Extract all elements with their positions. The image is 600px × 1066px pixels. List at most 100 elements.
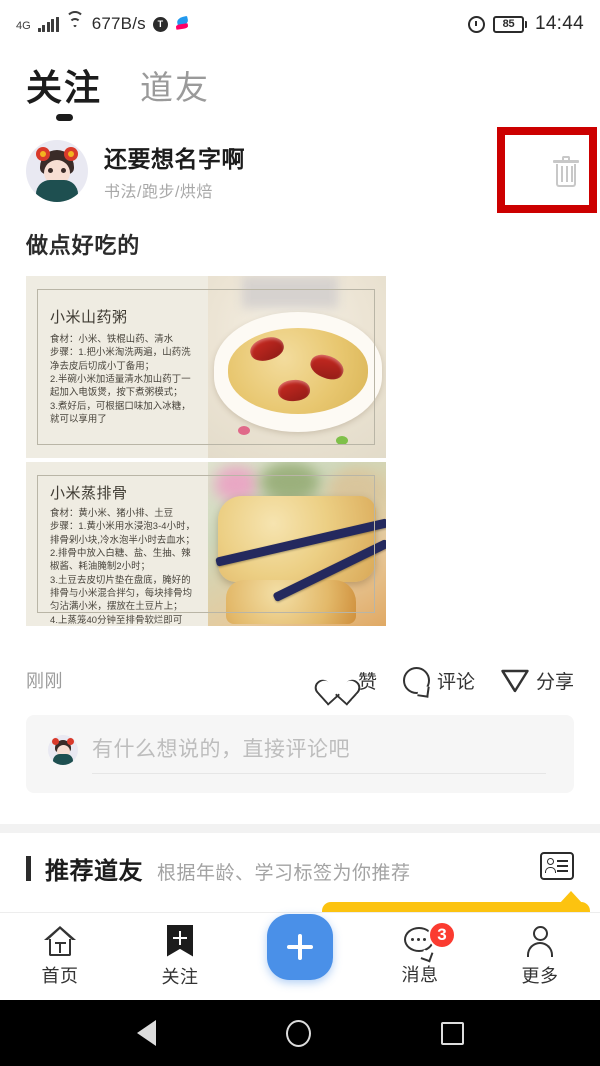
contact-card-body	[545, 867, 556, 873]
comment-button[interactable]: 评论	[402, 666, 475, 694]
author-text: 还要想名字啊 书法/跑步/烘焙	[104, 140, 245, 202]
trash-icon[interactable]	[553, 156, 579, 188]
battery-icon: 85	[492, 15, 527, 33]
alarm-icon	[467, 15, 485, 33]
battery-level-label: 85	[492, 15, 524, 33]
annotation-highlight-box	[497, 127, 597, 213]
plus-icon-vertical	[298, 934, 302, 960]
message-badge: 3	[428, 920, 456, 949]
home-icon	[44, 925, 76, 956]
recipe-line: 净去皮后切成小丁备用；	[50, 359, 155, 371]
battery-tip	[524, 20, 527, 28]
home-t-stem	[59, 941, 62, 953]
comment-avatar	[48, 735, 78, 765]
recipe-line: 2.半碗小米加适量清水加山药丁一	[50, 373, 191, 385]
recipe-body-1: 食材：小米、铁棍山药、清水 步骤：1.把小米淘洗两遍，山药洗 净去皮后切成小丁备…	[50, 332, 240, 425]
recommend-header: 推荐道友 根据年龄、学习标签为你推荐	[26, 851, 411, 886]
nav-home-label: 首页	[41, 965, 79, 986]
avatar[interactable]	[26, 140, 88, 202]
recipe-line: 4.上蒸笼40分钟至排骨软烂即可	[50, 613, 183, 625]
avatar-bun-right	[64, 147, 78, 161]
post-action-buttons: 赞 评论 分享	[324, 666, 574, 694]
recipe-line: 步骤：1.把小米淘洗两遍，山药洗	[50, 346, 191, 358]
tab-follow-label: 关注	[26, 67, 103, 108]
post-action-bar: 刚刚 赞 评论 分享	[0, 660, 600, 700]
trash-can	[556, 164, 576, 187]
avatar-eye-left	[48, 168, 53, 173]
user-body	[527, 941, 553, 957]
recipe-title-1: 小米山药粥	[50, 309, 128, 326]
recipe-line: 2.排骨中放入白糖、盐、生抽、辣	[50, 547, 191, 559]
recipe-line: 步骤：1.黄小米用水浸泡3-4小时，	[50, 520, 196, 532]
nav-message-label: 消息	[401, 964, 439, 985]
nav-more-label: 更多	[521, 965, 559, 986]
avatar-body	[36, 180, 78, 202]
trash-lid	[553, 160, 579, 163]
section-accent-bar	[26, 856, 31, 881]
clock-label: 14:44	[534, 13, 584, 34]
create-post-fab[interactable]	[267, 914, 333, 980]
author-tags: 书法/跑步/烘焙	[104, 184, 213, 201]
contact-card-line-2	[557, 865, 568, 867]
bookmark-plus-icon	[167, 924, 193, 957]
recents-icon[interactable]	[440, 1021, 464, 1045]
post-text: 做点好吃的	[26, 233, 141, 258]
top-tab-bar: 关注 道友	[0, 52, 600, 121]
nav-item-more[interactable]: 更多	[480, 925, 600, 988]
comment-input-placeholder[interactable]: 有什么想说的，直接评论吧	[92, 733, 546, 763]
contact-card-head	[547, 858, 554, 865]
recommend-title: 推荐道友	[45, 858, 143, 885]
recipe-title-2: 小米蒸排骨	[50, 485, 128, 502]
nav-item-follow[interactable]: 关注	[120, 924, 240, 989]
post-author-row[interactable]: 还要想名字啊 书法/跑步/烘焙	[26, 140, 245, 202]
android-navigation-bar	[0, 1000, 600, 1066]
recipe-card-2[interactable]: 小米蒸排骨 食材：黄小米、猪小排、土豆 步骤：1.黄小米用水浸泡3-4小时， 排…	[26, 462, 386, 626]
tab-active-indicator	[56, 114, 73, 121]
recipe-line: 匀沾满小米，摆放在土豆片上；	[50, 600, 183, 612]
bookmark-plus-v	[178, 931, 182, 945]
tab-follow[interactable]: 关注	[26, 59, 103, 121]
phone-screen: 4G 677B/s T 85 14:44 关注 道友 还要想名字啊 书法/跑步/…	[0, 0, 600, 1066]
home-icon[interactable]	[285, 1019, 311, 1047]
recommend-subtitle: 根据年龄、学习标签为你推荐	[157, 863, 411, 884]
contact-card-line-3	[557, 870, 568, 872]
recipe-line: 椒酱、耗油腌制2小时；	[50, 560, 151, 572]
recipe-line: 排骨与小米混合拌匀，每块排骨均	[50, 587, 193, 599]
section-divider	[0, 824, 600, 833]
comment-icon	[402, 666, 430, 694]
avatar-bun-left	[36, 147, 50, 161]
wifi-icon	[65, 10, 85, 32]
nav-item-message[interactable]: 3 消息	[360, 920, 480, 987]
comment-label: 评论	[436, 671, 475, 693]
heart-icon	[324, 668, 351, 693]
recipe-line: 食材：黄小米、猪小排、土豆	[50, 507, 174, 518]
contact-card-line-1	[557, 860, 568, 862]
recipe-line: 起加入电饭煲，按下煮粥模式；	[50, 386, 183, 398]
share-icon	[501, 668, 529, 693]
recipe-card-1[interactable]: 小米山药粥 食材：小米、铁棍山药、清水 步骤：1.把小米淘洗两遍，山药洗 净去皮…	[26, 276, 386, 458]
like-label: 赞	[357, 671, 377, 693]
like-button[interactable]: 赞	[324, 667, 377, 694]
contact-card-icon[interactable]	[540, 852, 574, 880]
post-images: 小米山药粥 食材：小米、铁棍山药、清水 步骤：1.把小米淘洗两遍，山药洗 净去皮…	[26, 276, 386, 626]
comment-input-underline	[92, 773, 546, 774]
tab-daoyou[interactable]: 道友	[140, 61, 210, 109]
comment-avatar-bun-right	[67, 738, 74, 745]
comment-input-box[interactable]: 有什么想说的，直接评论吧	[26, 715, 574, 793]
status-bar-right: 85 14:44	[467, 13, 584, 35]
recipe-line: 3.煮好后，可根据口味加入冰糖，	[50, 399, 191, 411]
network-type-label: 4G	[16, 20, 31, 32]
network-speed-label: 677B/s	[91, 14, 146, 33]
avatar-eye-right	[61, 168, 66, 173]
nav-item-home[interactable]: 首页	[0, 925, 120, 988]
recipe-line: 食材：小米、铁棍山药、清水	[50, 333, 174, 344]
tencent-icon: T	[152, 16, 168, 32]
post-timestamp: 刚刚	[26, 671, 63, 691]
recipe-line: 就可以享用了	[50, 413, 107, 425]
comment-avatar-body	[53, 754, 73, 765]
back-icon[interactable]	[136, 1020, 156, 1046]
share-button[interactable]: 分享	[501, 667, 574, 694]
recipe-line: 3.土豆去皮切片垫在盘底，腌好的	[50, 573, 191, 585]
status-bar: 4G 677B/s T 85 14:44	[0, 0, 600, 48]
share-label: 分享	[535, 671, 574, 693]
